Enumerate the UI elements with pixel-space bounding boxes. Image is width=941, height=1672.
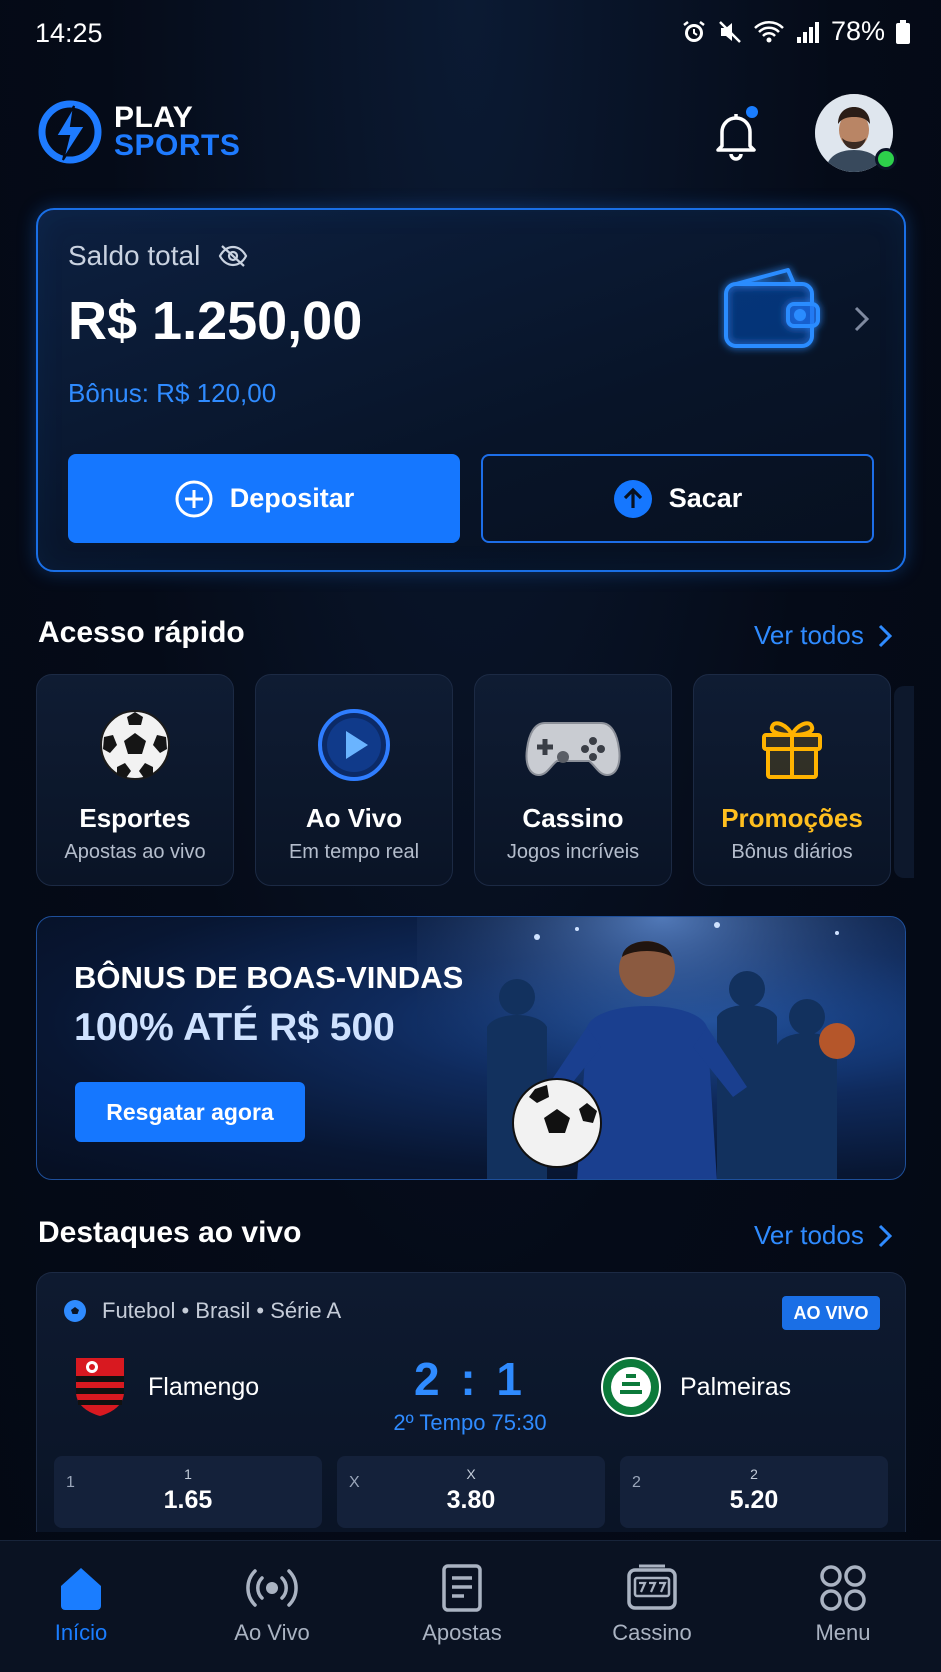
wifi-icon [754,20,784,42]
plus-circle-icon [175,480,213,517]
chevron-right-icon [878,624,892,647]
brand-logo[interactable]: PLAY SPORTS [36,98,240,166]
nav-casino[interactable]: Cassino [577,1562,727,1646]
odd-value: 5.20 [729,1486,779,1514]
flamengo-crest-icon [76,1358,124,1416]
live-highlights-see-all[interactable]: Ver todos [754,1220,892,1251]
status-time: 14:25 [35,18,103,48]
nav-label: Início [54,1620,108,1645]
league-label: Futebol • Brasil • Série A [102,1298,342,1323]
broadcast-icon [246,1569,298,1607]
notification-dot [746,106,758,118]
quick-item-title: Esportes [79,803,191,833]
online-status-dot [875,148,897,170]
palmeiras-crest-icon [601,1357,661,1417]
quick-item-subtitle: Jogos incríveis [506,841,640,863]
quick-item-ao-vivo[interactable]: Ao Vivo Em tempo real [255,674,453,886]
nav-bets[interactable]: Apostas [387,1562,537,1646]
away-team: Palmeiras [600,1356,791,1418]
match-time: 2º Tempo 75:30 [393,1410,547,1435]
lightning-logo-icon [38,100,102,164]
withdraw-button[interactable]: Sacar [481,454,874,543]
live-badge: AO VIVO [782,1296,880,1330]
nav-label: Ao Vivo [234,1620,310,1645]
see-all-label: Ver todos [754,1220,864,1250]
odd-label: 1 [184,1466,192,1482]
withdraw-label: Sacar [668,483,743,513]
arrow-up-circle-icon [613,479,652,518]
soccer-ball-icon [100,710,170,780]
slot-machine-icon [627,1564,677,1610]
eye-off-icon[interactable] [218,244,248,268]
quick-item-esportes[interactable]: Esportes Apostas ao vivo [36,674,234,886]
quick-item-title: Ao Vivo [305,803,403,833]
nav-label: Cassino [612,1620,692,1645]
quick-item-title: Promoções [721,803,863,833]
odd-value: 1.65 [163,1486,213,1514]
nav-label: Apostas [422,1620,502,1645]
quick-access-title: Acesso rápido [38,616,245,649]
mute-icon [719,20,741,43]
chevron-right-icon[interactable] [852,304,872,334]
nav-label: Menu [815,1620,871,1645]
banner-offer: 100% ATÉ R$ 500 [74,1006,395,1049]
battery-percent: 78% [830,16,885,46]
wallet-icon[interactable] [718,254,828,364]
see-all-label: Ver todos [754,620,864,650]
quick-item-subtitle: Em tempo real [288,841,420,863]
odd-draw-button[interactable]: X X 3.80 [337,1456,605,1528]
home-team-name: Flamengo [148,1372,260,1401]
home-team: Flamengo [74,1356,259,1418]
deposit-button[interactable]: Depositar [68,454,460,543]
deposit-label: Depositar [229,483,355,513]
odd-label: X [466,1466,476,1482]
home-icon [61,1568,101,1610]
nav-menu[interactable]: Menu [768,1562,918,1646]
chevron-right-icon [878,1224,892,1247]
status-icons: 78% [681,16,911,47]
soccer-ball-icon [64,1300,86,1322]
banner-title: BÔNUS DE BOAS-VINDAS [74,960,464,995]
players-illustration [417,917,905,1179]
battery-icon [896,19,910,44]
quick-access-see-all[interactable]: Ver todos [754,620,892,651]
away-team-name: Palmeiras [680,1372,792,1401]
balance-value: R$ 1.250,00 [68,291,363,351]
brand-line2: SPORTS [114,129,241,162]
gamepad-icon [525,722,621,777]
nav-live[interactable]: Ao Vivo [197,1562,347,1646]
balance-label-row: Saldo total [68,240,248,272]
notifications-button[interactable] [708,104,764,164]
quick-item-next-peek[interactable] [894,686,914,878]
avatar[interactable] [815,94,897,172]
quick-item-cassino[interactable]: Cassino Jogos incríveis [474,674,672,886]
match-league: Futebol • Brasil • Série A [62,1298,341,1324]
balance-label: Saldo total [68,240,201,271]
grid-icon [820,1565,866,1611]
quick-item-subtitle: Apostas ao vivo [64,841,206,863]
ticket-icon [442,1564,482,1612]
claim-bonus-button[interactable]: Resgatar agora [75,1082,305,1142]
odd-home-button[interactable]: 1 1 1.65 [54,1456,322,1528]
odd-label: 2 [750,1466,758,1482]
signal-icon [796,21,819,43]
quick-item-subtitle: Bônus diários [731,841,853,863]
bonus-balance: Bônus: R$ 120,00 [68,378,277,408]
gift-icon [762,721,822,779]
play-icon [318,709,390,781]
odd-value: 3.80 [446,1486,496,1514]
quick-item-title: Cassino [522,803,624,833]
quick-item-promocoes[interactable]: Promoções Bônus diários [693,674,891,886]
live-highlights-title: Destaques ao vivo [38,1216,302,1249]
alarm-icon [683,20,705,42]
brand-line1: PLAY [114,101,194,134]
match-score: 2 : 1 [413,1353,527,1405]
nav-home[interactable]: Início [6,1562,156,1646]
odd-away-button[interactable]: 2 2 5.20 [620,1456,888,1528]
